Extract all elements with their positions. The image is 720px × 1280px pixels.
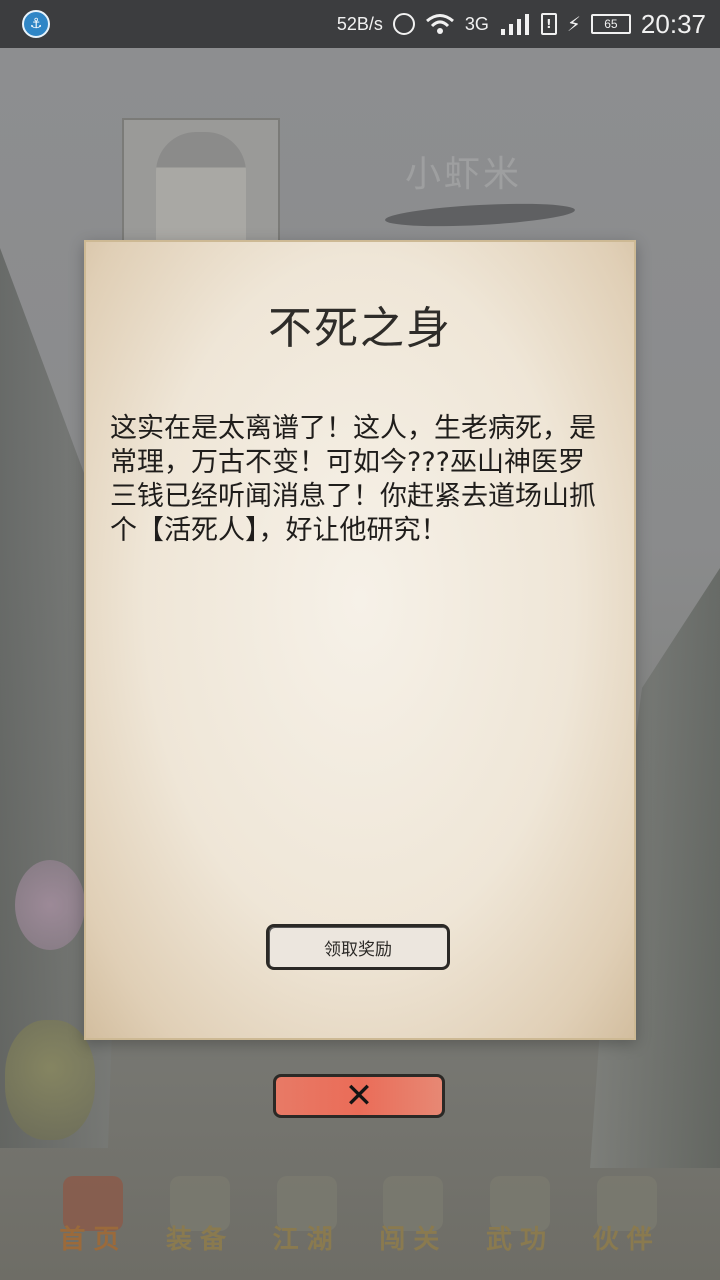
- bottom-nav: 首页 装备 江湖 闯关 武功 伙伴: [0, 1150, 720, 1280]
- sim-icon: !: [540, 13, 557, 35]
- signal-icon: [500, 14, 529, 35]
- nav-martial-arts[interactable]: 武功: [480, 1156, 560, 1256]
- network-type: 3G: [464, 13, 489, 34]
- blossom-tree: [15, 860, 85, 950]
- nav-label: 装备: [165, 1225, 234, 1255]
- nav-challenge[interactable]: 闯关: [373, 1156, 453, 1256]
- wifi-icon: [425, 14, 454, 34]
- status-indicators: 52B/s 3G ! ⚡ 65 20:37: [337, 0, 706, 48]
- player-portrait: [122, 118, 280, 250]
- dialog-body: 这实在是太离谱了！这人，生老病死，是常理，万古不变！可如今???巫山神医罗三钱已…: [110, 413, 596, 546]
- app-icon: ⚓: [22, 10, 50, 38]
- alarm-icon: [392, 13, 415, 35]
- nav-label: 武功: [485, 1225, 554, 1255]
- shrub: [5, 1020, 95, 1140]
- close-button[interactable]: ✕: [273, 1074, 445, 1118]
- net-speed: 52B/s: [336, 13, 383, 34]
- dialog-title: 不死之身: [268, 303, 452, 354]
- status-bar: ⚓ 52B/s 3G ! ⚡ 65 20:37: [0, 0, 720, 48]
- charge-icon: ⚡: [566, 12, 581, 36]
- nav-equipment[interactable]: 装备: [160, 1156, 240, 1256]
- quest-dialog: 不死之身 这实在是太离谱了！这人，生老病死，是常理，万古不变！可如今???巫山神…: [84, 240, 636, 1040]
- close-icon: ✕: [344, 1076, 374, 1116]
- nav-label: 首页: [59, 1225, 128, 1255]
- claim-reward-button[interactable]: 领取奖励: [266, 924, 450, 970]
- nav-label: 闯关: [379, 1225, 448, 1255]
- nav-label: 江湖: [272, 1225, 341, 1255]
- player-name: 小虾米: [405, 154, 523, 195]
- nav-jianghu[interactable]: 江湖: [267, 1156, 347, 1256]
- clock: 20:37: [640, 8, 706, 39]
- nav-home[interactable]: 首页: [53, 1156, 133, 1256]
- battery-icon: 65: [590, 14, 631, 34]
- nav-companions[interactable]: 伙伴: [587, 1156, 667, 1256]
- avatar: [156, 132, 246, 250]
- nav-label: 伙伴: [592, 1225, 661, 1255]
